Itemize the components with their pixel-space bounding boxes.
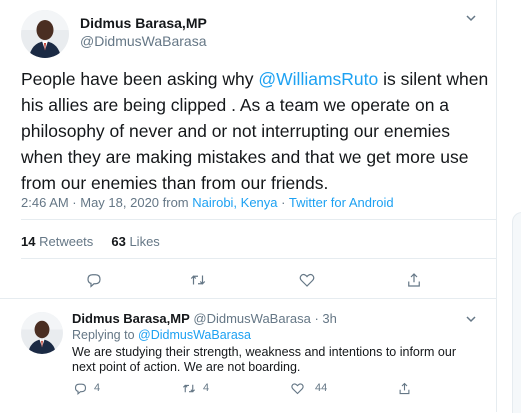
retweets-count: 14 bbox=[21, 234, 36, 249]
reply-author-handle[interactable]: @DidmusWaBarasa · 3h bbox=[193, 311, 336, 326]
retweet-icon bbox=[182, 384, 196, 392]
tweet-text-before: People have been asking why bbox=[21, 69, 259, 89]
retweet-button[interactable] bbox=[188, 270, 208, 290]
share-button[interactable] bbox=[404, 270, 424, 290]
divider bbox=[21, 258, 497, 259]
replying-to-link[interactable]: @DidmusWaBarasa bbox=[138, 328, 251, 342]
source-link[interactable]: Twitter for Android bbox=[289, 195, 394, 210]
reply-share-button[interactable] bbox=[397, 380, 412, 396]
divider bbox=[0, 298, 497, 299]
reply-icon bbox=[87, 274, 101, 288]
share-icon bbox=[399, 382, 410, 394]
reply-avatar[interactable] bbox=[21, 312, 63, 354]
heart-icon bbox=[299, 273, 315, 287]
tweet-actions bbox=[0, 270, 497, 294]
sidebar-card-edge bbox=[512, 212, 521, 413]
reply-actions: 4 4 44 bbox=[0, 380, 497, 400]
tweet-meta: 2:46 AM · May 18, 2020 from Nairobi, Ken… bbox=[21, 195, 394, 210]
like-button[interactable] bbox=[297, 270, 317, 290]
reply-reply-button[interactable]: 4 bbox=[73, 380, 100, 396]
share-icon bbox=[408, 273, 420, 287]
replying-to: Replying to @DidmusWaBarasa bbox=[72, 328, 251, 342]
heart-icon bbox=[291, 382, 304, 394]
tweet-text: People have been asking why @WilliamsRut… bbox=[21, 66, 496, 196]
retweet-icon bbox=[190, 275, 206, 285]
reply-header: Didmus Barasa,MP @DidmusWaBarasa · 3h bbox=[72, 311, 337, 326]
tweet-card: Didmus Barasa,MP @DidmusWaBarasa People … bbox=[0, 0, 497, 412]
reply-author-name[interactable]: Didmus Barasa,MP bbox=[72, 311, 190, 326]
replying-label: Replying to bbox=[72, 328, 139, 342]
tweet-stats: 14 Retweets 63 Likes bbox=[21, 234, 160, 249]
like-count: 44 bbox=[315, 382, 328, 394]
reply-like-button[interactable]: 44 bbox=[290, 380, 327, 396]
avatar[interactable] bbox=[21, 10, 69, 58]
reply-button[interactable] bbox=[84, 270, 104, 290]
mention-link[interactable]: @WilliamsRuto bbox=[258, 69, 378, 89]
divider bbox=[21, 219, 497, 220]
reply-retweet-button[interactable]: 4 bbox=[181, 380, 209, 396]
retweet-count: 4 bbox=[203, 382, 210, 394]
meta-separator: · bbox=[277, 195, 289, 210]
retweets-label: Retweets bbox=[39, 234, 94, 249]
chevron-down-icon[interactable] bbox=[465, 12, 477, 27]
retweets-stat[interactable]: 14 Retweets bbox=[21, 234, 93, 249]
likes-label: Likes bbox=[129, 234, 160, 249]
tweet-time[interactable]: 2:46 AM · May 18, 2020 from bbox=[21, 195, 192, 210]
reply-icon bbox=[74, 383, 87, 395]
author-name[interactable]: Didmus Barasa,MP bbox=[80, 15, 207, 31]
likes-stat[interactable]: 63 Likes bbox=[111, 234, 159, 249]
reply-count: 4 bbox=[94, 382, 101, 394]
author-handle[interactable]: @DidmusWaBarasa bbox=[80, 33, 207, 49]
location-link[interactable]: Nairobi, Kenya bbox=[192, 195, 277, 210]
chevron-down-icon[interactable] bbox=[465, 313, 477, 328]
likes-count: 63 bbox=[111, 234, 126, 249]
reply-text: We are studying their strength, weakness… bbox=[72, 345, 457, 374]
